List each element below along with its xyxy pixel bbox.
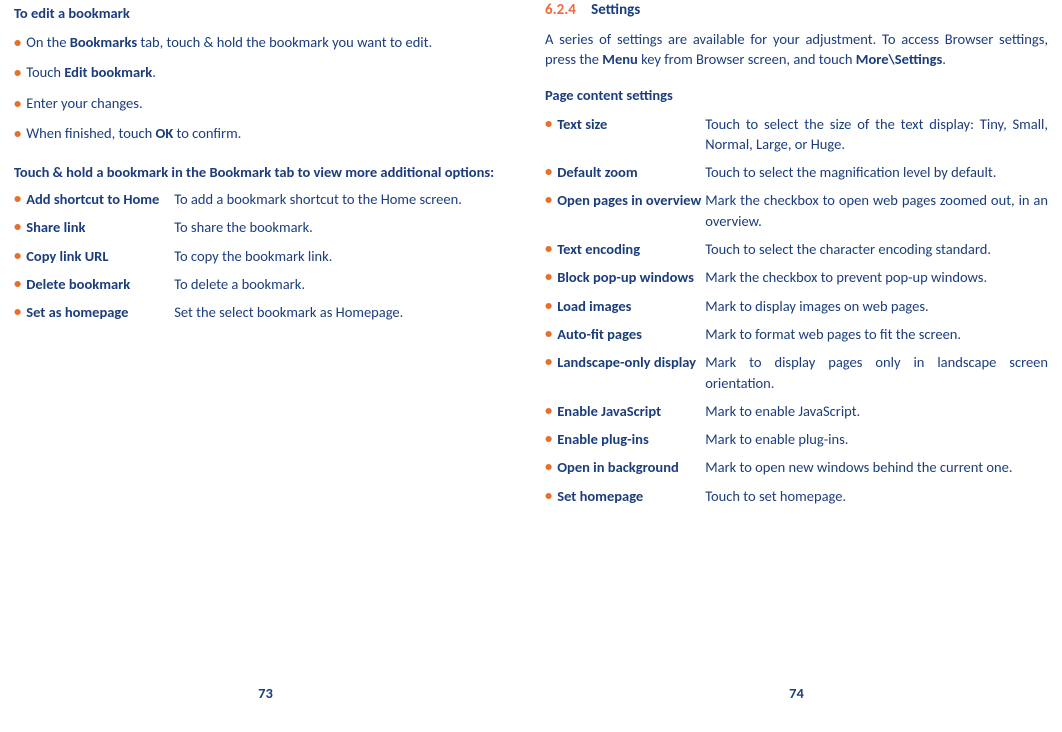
- left-page: To edit a bookmark •On the Bookmarks tab…: [0, 0, 531, 732]
- bullet-dot-icon: •: [545, 457, 552, 477]
- intro-more-settings: More\Settings: [856, 50, 942, 68]
- option-desc: Set the select bookmark as Homepage.: [174, 302, 517, 322]
- option-row: •Set as homepageSet the select bookmark …: [14, 302, 517, 322]
- bullet-dot-icon: •: [14, 246, 21, 266]
- option-desc: Mark the checkbox to open web pages zoom…: [705, 190, 1048, 231]
- intro-mid: key from Browser screen, and touch: [638, 50, 856, 68]
- bullet-dot-icon: •: [545, 267, 552, 287]
- bullet-dot-icon: •: [545, 162, 552, 182]
- option-row: •Default zoomTouch to select the magnifi…: [545, 162, 1048, 182]
- option-label: Load images: [557, 296, 705, 316]
- bullet-dot-icon: •: [14, 93, 21, 113]
- option-desc: Mark to format web pages to fit the scre…: [705, 324, 1048, 344]
- option-row: •Copy link URLTo copy the bookmark link.: [14, 246, 517, 266]
- option-row: •Set homepageTouch to set homepage.: [545, 486, 1048, 506]
- right-options: •Text sizeTouch to select the size of th…: [545, 114, 1048, 506]
- option-desc: Touch to set homepage.: [705, 486, 1048, 506]
- option-label: Text size: [557, 114, 705, 155]
- bullet-text: Touch Edit bookmark.: [26, 62, 517, 82]
- bullet-dot-icon: •: [545, 486, 552, 506]
- right-page: 6.2.4 Settings A series of settings are …: [531, 0, 1062, 732]
- bullet-dot-icon: •: [545, 401, 552, 421]
- bullet-text: On the Bookmarks tab, touch & hold the b…: [26, 32, 517, 52]
- option-row: •Enable JavaScriptMark to enable JavaScr…: [545, 401, 1048, 421]
- bullet-dot-icon: •: [545, 239, 552, 259]
- option-desc: To copy the bookmark link.: [174, 246, 517, 266]
- page-number-right: 74: [531, 684, 1062, 702]
- edit-bookmark-heading: To edit a bookmark: [14, 4, 517, 22]
- option-row: •Text sizeTouch to select the size of th…: [545, 114, 1048, 155]
- option-label: Set homepage: [557, 486, 705, 506]
- option-desc: Mark to display images on web pages.: [705, 296, 1048, 316]
- option-label: Block pop-up windows: [557, 267, 705, 287]
- option-label: Auto-fit pages: [557, 324, 705, 344]
- intro-menu: Menu: [602, 50, 638, 68]
- edit-bullets: •On the Bookmarks tab, touch & hold the …: [14, 32, 517, 143]
- intro-paragraph: A series of settings are available for y…: [545, 29, 1048, 70]
- bullet-dot-icon: •: [545, 324, 552, 344]
- bullet-dot-icon: •: [14, 302, 21, 322]
- page-number-left: 73: [0, 684, 531, 702]
- option-row: •Share linkTo share the bookmark.: [14, 217, 517, 237]
- option-desc: Mark to enable JavaScript.: [705, 401, 1048, 421]
- option-label: Add shortcut to Home: [26, 189, 174, 209]
- bullet-item: •Touch Edit bookmark.: [14, 62, 517, 82]
- section-number: 6.2.4: [545, 1, 576, 19]
- intro-post: .: [942, 50, 946, 68]
- option-desc: Mark the checkbox to prevent pop-up wind…: [705, 267, 1048, 287]
- bullet-dot-icon: •: [545, 296, 552, 316]
- option-row: •Add shortcut to HomeTo add a bookmark s…: [14, 189, 517, 209]
- option-label: Share link: [26, 217, 174, 237]
- option-desc: Mark to open new windows behind the curr…: [705, 457, 1048, 477]
- bullet-dot-icon: •: [545, 190, 552, 231]
- option-desc: To share the bookmark.: [174, 217, 517, 237]
- left-options: •Add shortcut to HomeTo add a bookmark s…: [14, 189, 517, 322]
- option-desc: To delete a bookmark.: [174, 274, 517, 294]
- option-label: Text encoding: [557, 239, 705, 259]
- option-desc: Mark to enable plug-ins.: [705, 429, 1048, 449]
- option-row: •Open pages in overviewMark the checkbox…: [545, 190, 1048, 231]
- bullet-dot-icon: •: [14, 189, 21, 209]
- option-row: •Auto-fit pagesMark to format web pages …: [545, 324, 1048, 344]
- bullet-dot-icon: •: [545, 429, 552, 449]
- touch-hold-heading: Touch & hold a bookmark in the Bookmark …: [14, 163, 517, 181]
- option-desc: To add a bookmark shortcut to the Home s…: [174, 189, 517, 209]
- option-row: •Load imagesMark to display images on we…: [545, 296, 1048, 316]
- option-label: Copy link URL: [26, 246, 174, 266]
- option-label: Enable plug-ins: [557, 429, 705, 449]
- option-label: Delete bookmark: [26, 274, 174, 294]
- bullet-item: •On the Bookmarks tab, touch & hold the …: [14, 32, 517, 52]
- option-label: Open pages in overview: [557, 190, 705, 231]
- option-row: •Landscape-only displayMark to display p…: [545, 352, 1048, 393]
- bullet-dot-icon: •: [545, 352, 552, 393]
- bullet-dot-icon: •: [14, 123, 21, 143]
- option-row: •Text encodingTouch to select the charac…: [545, 239, 1048, 259]
- bullet-item: •Enter your changes.: [14, 93, 517, 113]
- bullet-item: •When finished, touch OK to confirm.: [14, 123, 517, 143]
- option-label: Open in background: [557, 457, 705, 477]
- option-desc: Touch to select the size of the text dis…: [705, 114, 1048, 155]
- option-label: Enable JavaScript: [557, 401, 705, 421]
- option-label: Set as homepage: [26, 302, 174, 322]
- option-row: •Enable plug-insMark to enable plug-ins.: [545, 429, 1048, 449]
- bullet-dot-icon: •: [14, 62, 21, 82]
- bullet-text: When finished, touch OK to confirm.: [26, 123, 517, 143]
- option-label: Default zoom: [557, 162, 705, 182]
- bullet-text: Enter your changes.: [26, 93, 517, 113]
- section-heading: 6.2.4 Settings: [545, 0, 1048, 19]
- option-label: Landscape-only display: [557, 352, 705, 393]
- bullet-dot-icon: •: [545, 114, 552, 155]
- bullet-dot-icon: •: [14, 32, 21, 52]
- bullet-dot-icon: •: [14, 274, 21, 294]
- page-content-heading: Page content settings: [545, 86, 1048, 104]
- section-title: Settings: [591, 1, 640, 19]
- option-desc: Mark to display pages only in landscape …: [705, 352, 1048, 393]
- option-desc: Touch to select the character encoding s…: [705, 239, 1048, 259]
- option-row: •Open in backgroundMark to open new wind…: [545, 457, 1048, 477]
- option-desc: Touch to select the magnification level …: [705, 162, 1048, 182]
- option-row: •Delete bookmarkTo delete a bookmark.: [14, 274, 517, 294]
- bullet-dot-icon: •: [14, 217, 21, 237]
- option-row: •Block pop-up windowsMark the checkbox t…: [545, 267, 1048, 287]
